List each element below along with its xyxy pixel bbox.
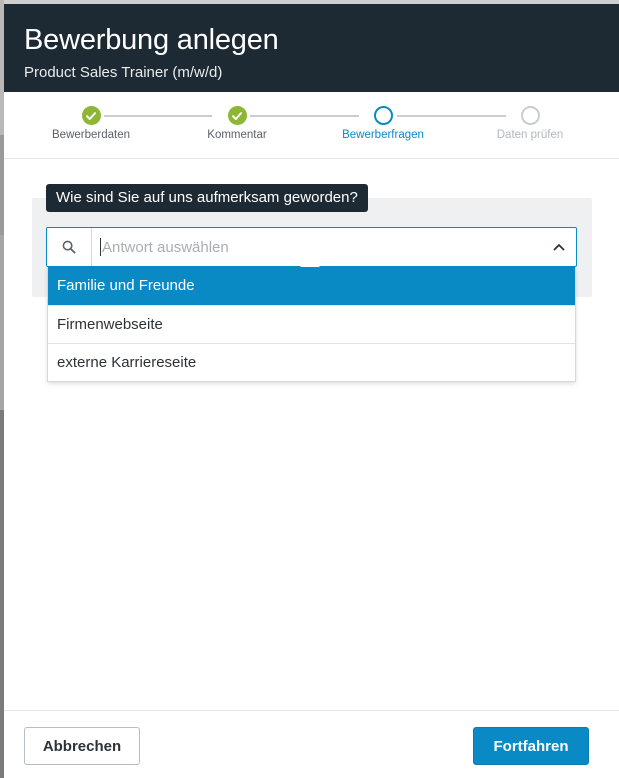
step-kommentar[interactable]: Kommentar — [177, 106, 297, 141]
dialog-body: Wie sind Sie auf uns aufmerksam geworden… — [4, 159, 619, 710]
pending-step-circle-icon — [520, 106, 540, 125]
option-externe-karriereseite[interactable]: externe Karriereseite — [48, 343, 575, 381]
step-bewerberfragen: Bewerberfragen — [323, 106, 443, 141]
search-icon — [47, 228, 92, 266]
application-dialog: Bewerbung anlegen Product Sales Trainer … — [4, 4, 619, 778]
option-familie-und-freunde[interactable]: Familie und Freunde — [48, 267, 575, 305]
dialog-subtitle: Product Sales Trainer (m/w/d) — [24, 64, 223, 81]
dropdown-notch — [300, 257, 320, 267]
progress-stepper: Bewerberdaten Kommentar Bewerberfragen D… — [4, 92, 619, 159]
answer-options-list: Familie und Freunde Firmenwebseite exter… — [47, 267, 576, 382]
check-icon — [227, 106, 247, 125]
cancel-button[interactable]: Abbrechen — [24, 727, 140, 765]
text-cursor — [100, 238, 101, 256]
question-label: Wie sind Sie auf uns aufmerksam geworden… — [46, 184, 368, 212]
step-label: Daten prüfen — [496, 129, 564, 141]
dialog-header: Bewerbung anlegen Product Sales Trainer … — [4, 4, 619, 92]
step-label: Bewerberfragen — [342, 129, 424, 141]
step-daten-pruefen: Daten prüfen — [470, 106, 590, 141]
check-icon — [81, 106, 101, 125]
step-bewerberdaten[interactable]: Bewerberdaten — [31, 106, 151, 141]
answer-placeholder: Antwort auswählen — [102, 238, 229, 256]
step-label: Bewerberdaten — [52, 129, 130, 141]
dialog-footer: Abbrechen Fortfahren — [4, 710, 619, 778]
option-firmenwebseite[interactable]: Firmenwebseite — [48, 305, 575, 343]
chevron-up-icon[interactable] — [542, 228, 576, 266]
continue-button[interactable]: Fortfahren — [473, 727, 589, 765]
dialog-title: Bewerbung anlegen — [24, 24, 279, 56]
step-label: Kommentar — [207, 129, 267, 141]
current-step-circle-icon — [373, 106, 393, 125]
